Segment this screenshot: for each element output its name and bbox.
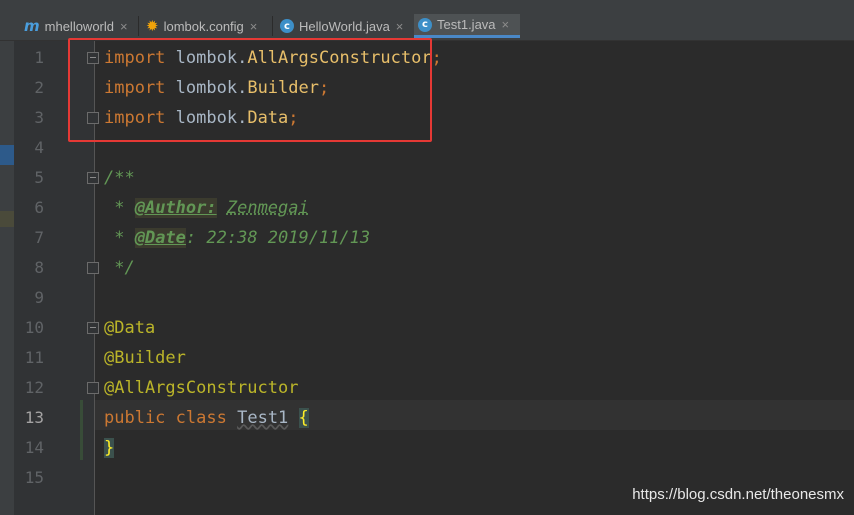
javadoc-tag: @Author: — [134, 198, 217, 218]
tab-label: Test1.java — [437, 17, 496, 32]
line-number: 9 — [34, 288, 44, 307]
java-class-icon: c — [280, 19, 294, 33]
comment-star: * — [104, 228, 135, 248]
tab-label: mhelloworld — [44, 18, 115, 34]
line-number: 8 — [34, 258, 44, 277]
close-icon[interactable]: × — [250, 19, 258, 34]
javadoc-value: Zenmegai — [226, 198, 309, 218]
code-line-7[interactable]: * @Date: 22:38 2019/11/13 — [104, 223, 370, 253]
line-number: 4 — [34, 138, 44, 157]
semicolon: ; — [431, 48, 442, 68]
java-class-icon: c — [418, 17, 432, 32]
code-line-13[interactable]: public class Test1 { — [104, 403, 309, 433]
tab-separator — [272, 16, 273, 36]
tab-separator — [138, 16, 139, 36]
tab-lombok-config[interactable]: ✹ lombok.config × — [142, 14, 261, 38]
vcs-change-marker — [80, 400, 83, 460]
comment-space — [217, 198, 227, 218]
brace-match: } — [104, 438, 115, 458]
module-icon: m — [24, 17, 40, 35]
code-line-11[interactable]: @Builder — [104, 343, 186, 373]
tab-helloworld-java[interactable]: c HelloWorld.java × — [276, 14, 407, 38]
line-number-current: 13 — [24, 408, 44, 427]
brace-match: { — [298, 408, 309, 428]
watermark: https://blog.csdn.net/theonesmx — [632, 486, 844, 503]
code-line-5[interactable]: /** — [104, 163, 135, 193]
code-line-10[interactable]: @Data — [104, 313, 155, 343]
line-number: 14 — [24, 438, 44, 457]
code-line-12[interactable]: @AllArgsConstructor — [104, 373, 298, 403]
tab-bar-left-strip — [0, 0, 14, 40]
javadoc-tag: @Date — [134, 228, 186, 248]
annotation-highlight-box — [68, 38, 432, 142]
line-number: 10 — [24, 318, 44, 337]
close-icon[interactable]: × — [120, 19, 128, 34]
tab-label: lombok.config — [163, 18, 244, 34]
tab-test1-java[interactable]: c Test1.java × — [414, 14, 520, 38]
tool-window-marker[interactable] — [0, 211, 14, 227]
tool-window-strip — [0, 41, 14, 515]
line-number: 15 — [24, 468, 44, 487]
line-number: 2 — [34, 78, 44, 97]
code-line-14[interactable]: } — [104, 433, 115, 463]
close-icon[interactable]: × — [396, 19, 404, 34]
keyword: class — [175, 408, 227, 428]
line-number: 12 — [24, 378, 44, 397]
gear-icon: ✹ — [146, 18, 159, 35]
code-line-6[interactable]: * @Author: Zenmegai — [104, 193, 309, 223]
line-number: 1 — [34, 48, 44, 67]
line-number: 5 — [34, 168, 44, 187]
close-icon[interactable]: × — [502, 17, 510, 32]
line-number: 3 — [34, 108, 44, 127]
tab-label: HelloWorld.java — [299, 18, 390, 34]
code-line-8[interactable]: */ — [104, 253, 134, 283]
line-number: 7 — [34, 228, 44, 247]
keyword: public — [104, 408, 166, 428]
tab-mhelloworld[interactable]: m mhelloworld × — [20, 14, 132, 38]
comment-star: * — [104, 198, 135, 218]
editor-tab-bar: m mhelloworld × ✹ lombok.config × c Hell… — [0, 0, 854, 41]
class-declaration-name: Test1 — [237, 408, 289, 428]
line-number: 6 — [34, 198, 44, 217]
line-number: 11 — [24, 348, 44, 367]
javadoc-value: : 22:38 2019/11/13 — [185, 228, 371, 248]
tool-window-marker[interactable] — [0, 145, 14, 165]
